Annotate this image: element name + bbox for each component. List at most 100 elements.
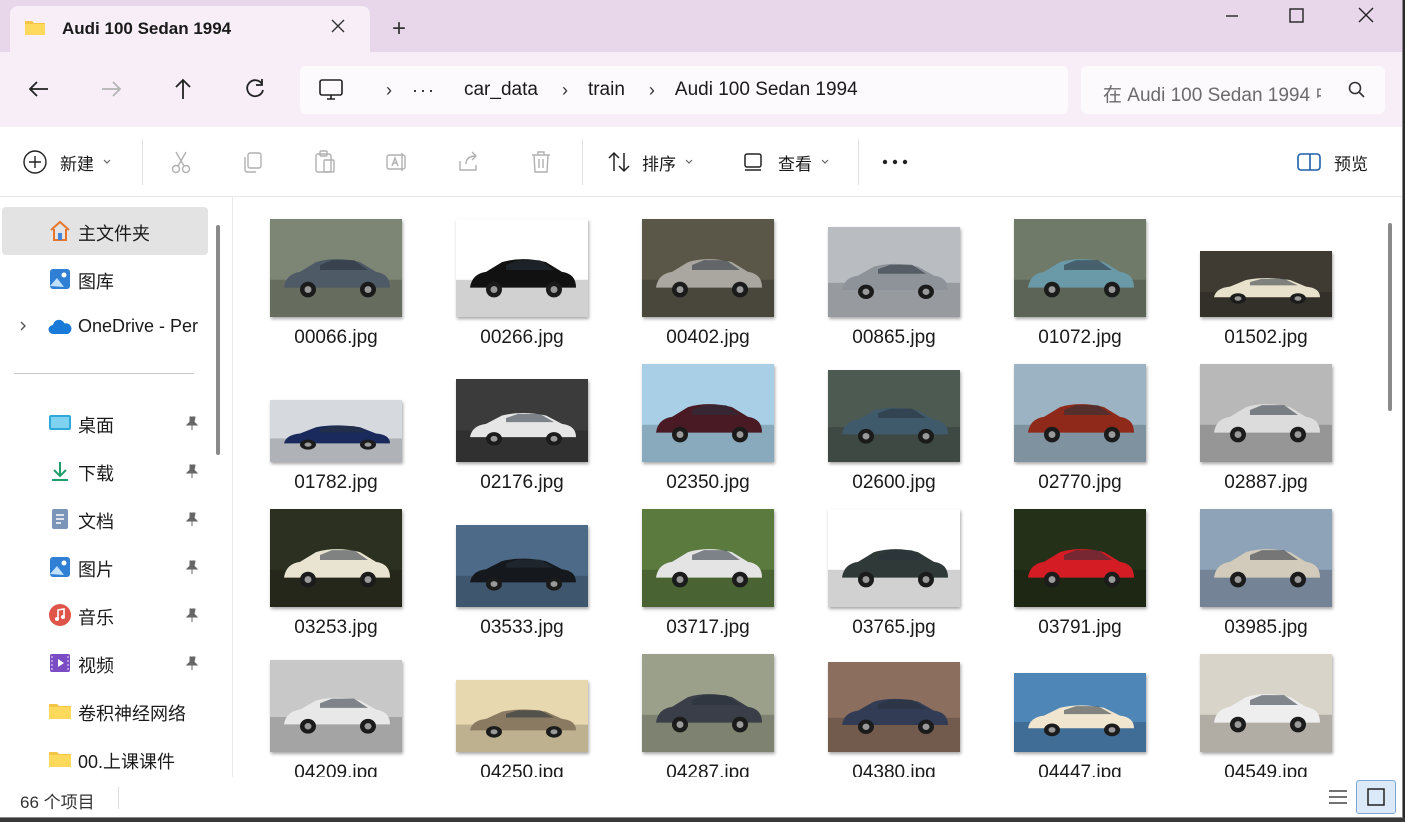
file-name: 02770.jpg [1038,472,1122,493]
view-button[interactable]: 查看 [742,149,830,175]
image-thumbnail [1200,509,1332,607]
item-count: 66 个项目 [20,793,95,812]
chevron-right-icon[interactable]: › [649,80,655,101]
gallery-icon [50,269,70,289]
file-name: 03985.jpg [1224,617,1308,638]
download-icon [52,462,68,481]
sidebar-item-documents[interactable]: 文档 [0,495,206,543]
file-item[interactable]: 04209.jpg [243,638,429,777]
sidebar-item-courseware-folder[interactable]: 00.上课课件 [0,735,206,783]
sidebar-item-home[interactable]: 主文件夹 [2,207,208,255]
up-button[interactable] [170,76,196,102]
copy-icon[interactable] [240,149,266,175]
file-item[interactable]: 00865.jpg [801,203,987,348]
image-thumbnail [1200,251,1332,317]
close-window-button[interactable] [1346,4,1386,28]
sidebar-item-desktop[interactable]: 桌面 [0,399,206,447]
file-item[interactable]: 03765.jpg [801,493,987,638]
pin-icon [185,512,199,526]
file-item[interactable]: 03717.jpg [615,493,801,638]
chevron-right-icon[interactable]: › [562,80,568,101]
file-item[interactable]: 01502.jpg [1173,203,1359,348]
chevron-right-icon[interactable]: › [386,80,392,101]
file-name: 03717.jpg [666,617,750,638]
search-box[interactable]: 在 Audi 100 Sedan 1994 中搜索 [1081,66,1385,114]
sidebar-item-videos[interactable]: 视频 [0,639,206,687]
sidebar-item-gallery[interactable]: 图库 [0,255,206,303]
file-item[interactable]: 02770.jpg [987,348,1173,493]
tab-current-folder[interactable]: Audi 100 Sedan 1994 [10,6,370,52]
file-item[interactable]: 02600.jpg [801,348,987,493]
chevron-right-icon[interactable] [16,319,30,333]
file-name: 03533.jpg [480,617,564,638]
file-item[interactable]: 04287.jpg [615,638,801,777]
file-item[interactable]: 00066.jpg [243,203,429,348]
refresh-button[interactable] [242,76,268,102]
file-item[interactable]: 03533.jpg [429,493,615,638]
file-item[interactable]: 00402.jpg [615,203,801,348]
breadcrumb-train[interactable]: train [588,79,625,101]
file-name: 01072.jpg [1038,327,1122,348]
details-view-button[interactable] [1326,786,1350,808]
pin-icon [185,656,199,670]
image-thumbnail [1014,509,1146,607]
sort-button[interactable]: 排序 [606,149,694,175]
toolbar-divider [582,139,583,185]
delete-icon[interactable] [528,149,554,175]
share-icon[interactable] [456,149,482,175]
sidebar-item-music[interactable]: 音乐 [0,591,206,639]
file-item[interactable]: 03253.jpg [243,493,429,638]
sidebar-scrollbar[interactable] [216,225,220,455]
image-thumbnail [1014,673,1146,752]
file-item[interactable]: 01072.jpg [987,203,1173,348]
address-bar[interactable]: › ··· car_data › train › Audi 100 Sedan … [300,66,1068,114]
breadcrumb-overflow[interactable]: ··· [412,80,436,101]
file-item[interactable]: 04380.jpg [801,638,987,777]
image-thumbnail [456,525,588,607]
title-bar: Audi 100 Sedan 1994 + [0,0,1402,52]
sidebar-item-downloads[interactable]: 下载 [0,447,206,495]
sidebar-item-cnn-folder[interactable]: 卷积神经网络 [0,687,206,735]
file-item[interactable]: 04447.jpg [987,638,1173,777]
file-item[interactable]: 02350.jpg [615,348,801,493]
image-thumbnail [456,680,588,752]
chevron-down-icon [103,159,111,164]
cut-icon[interactable] [168,149,194,175]
file-item[interactable]: 04549.jpg [1173,638,1359,777]
this-pc-icon [319,79,343,100]
content-scrollbar[interactable] [1388,223,1392,411]
file-item[interactable]: 02887.jpg [1173,348,1359,493]
file-item[interactable]: 03791.jpg [987,493,1173,638]
sidebar-item-onedrive[interactable]: OneDrive - Per [0,303,206,351]
image-thumbnail [1200,364,1332,462]
file-explorer-window: Audi 100 Sedan 1994 + › ··· car_data › t… [0,0,1403,818]
file-item[interactable]: 00266.jpg [429,203,615,348]
preview-pane-button[interactable]: 预览 [1296,149,1368,175]
image-thumbnail [1200,654,1332,752]
breadcrumb-current-folder[interactable]: Audi 100 Sedan 1994 [675,79,858,101]
more-options-icon[interactable] [880,149,910,175]
search-input[interactable]: 在 Audi 100 Sedan 1994 中搜索 [1103,80,1321,107]
navigation-bar: › ··· car_data › train › Audi 100 Sedan … [0,52,1402,127]
file-item[interactable]: 04250.jpg [429,638,615,777]
file-name: 04209.jpg [294,762,378,777]
sidebar-item-pictures[interactable]: 图片 [0,543,206,591]
image-thumbnail [1014,219,1146,317]
minimize-button[interactable] [1212,4,1252,28]
rename-icon[interactable] [384,149,410,175]
large-icons-view-button[interactable] [1356,780,1396,814]
preview-pane-icon [1297,153,1321,171]
paste-icon[interactable] [312,149,338,175]
back-button[interactable] [26,76,52,102]
new-button[interactable]: 新建 [22,149,112,175]
file-name: 04549.jpg [1224,762,1308,777]
close-tab-icon[interactable] [328,16,348,36]
new-tab-button[interactable]: + [392,17,406,41]
file-item[interactable]: 01782.jpg [243,348,429,493]
file-item[interactable]: 03985.jpg [1173,493,1359,638]
file-item[interactable]: 02176.jpg [429,348,615,493]
image-thumbnail [642,364,774,462]
maximize-button[interactable] [1276,4,1316,28]
breadcrumb-car-data[interactable]: car_data [464,79,538,101]
forward-button[interactable] [98,76,124,102]
